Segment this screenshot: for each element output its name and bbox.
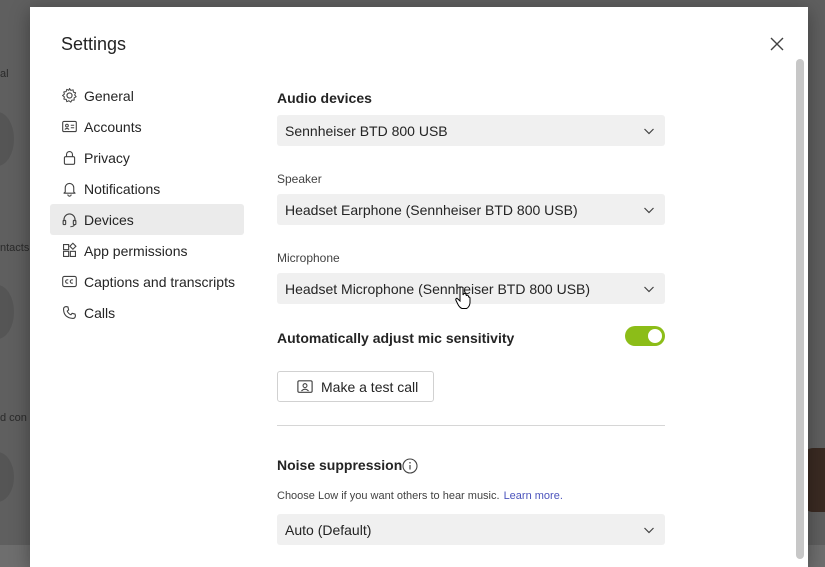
sidebar-item-general[interactable]: General [50, 80, 244, 111]
audio-devices-heading: Audio devices [277, 90, 372, 106]
app-grid-icon [60, 242, 78, 260]
sidebar-item-label: Calls [84, 304, 116, 321]
bell-icon [60, 180, 78, 198]
sidebar-item-label: Notifications [84, 180, 161, 197]
test-call-label: Make a test call [321, 378, 419, 395]
microphone-dropdown[interactable]: Headset Microphone (Sennheiser BTD 800 U… [277, 273, 665, 304]
id-card-icon [60, 118, 78, 136]
phone-icon [60, 304, 78, 322]
close-button[interactable] [768, 35, 786, 53]
noise-suppression-heading: Noise suppression [277, 457, 403, 473]
scrollbar[interactable] [796, 59, 804, 559]
background-text: d con [0, 412, 27, 424]
noise-suppression-value: Auto (Default) [285, 521, 372, 538]
sidebar-item-label: Privacy [84, 149, 130, 166]
info-icon[interactable] [402, 458, 418, 474]
dialog-title: Settings [61, 34, 127, 54]
background-text: ntacts [0, 242, 30, 254]
sidebar-item-accounts[interactable]: Accounts [50, 111, 244, 142]
sidebar-item-label: Devices [84, 211, 134, 228]
lock-icon [60, 149, 78, 167]
sidebar-item-label: Accounts [84, 118, 142, 135]
sidebar-item-label: Captions and transcripts [84, 273, 235, 290]
chevron-down-icon [643, 125, 655, 137]
audio-device-value: Sennheiser BTD 800 USB [285, 122, 448, 139]
sidebar-item-privacy[interactable]: Privacy [50, 142, 244, 173]
audio-device-dropdown[interactable]: Sennheiser BTD 800 USB [277, 115, 665, 146]
sidebar-item-app-permissions[interactable]: App permissions [50, 235, 244, 266]
noise-suppression-dropdown[interactable]: Auto (Default) [277, 514, 665, 545]
auto-adjust-label: Automatically adjust mic sensitivity [277, 330, 515, 346]
gear-icon [60, 87, 78, 105]
auto-adjust-toggle[interactable] [625, 326, 665, 346]
test-call-button[interactable]: Make a test call [277, 371, 434, 402]
chevron-down-icon [643, 204, 655, 216]
sidebar-item-label: App permissions [84, 242, 188, 259]
background-avatar [0, 452, 14, 502]
sidebar-item-notifications[interactable]: Notifications [50, 173, 244, 204]
microphone-value: Headset Microphone (Sennheiser BTD 800 U… [285, 280, 591, 297]
microphone-label: Microphone [277, 251, 340, 265]
sidebar-item-label: General [84, 87, 134, 104]
speaker-value: Headset Earphone (Sennheiser BTD 800 USB… [285, 201, 578, 218]
settings-dialog: Settings General Accounts Privacy Notifi… [30, 7, 808, 567]
sidebar-item-captions-and-transcripts[interactable]: Captions and transcripts [50, 266, 244, 297]
cc-icon [60, 273, 78, 291]
sidebar-item-calls[interactable]: Calls [50, 297, 244, 328]
speaker-dropdown[interactable]: Headset Earphone (Sennheiser BTD 800 USB… [277, 194, 665, 225]
close-icon [770, 37, 784, 51]
chevron-down-icon [643, 524, 655, 536]
headset-icon [60, 211, 78, 229]
sidebar-item-devices[interactable]: Devices [50, 204, 244, 235]
learn-more-link[interactable]: Learn more. [504, 490, 563, 502]
background-text: al [0, 68, 9, 80]
toggle-knob [648, 329, 662, 343]
speaker-label: Speaker [277, 172, 322, 186]
chevron-down-icon [643, 283, 655, 295]
test-call-icon [297, 379, 313, 393]
section-divider [277, 425, 665, 426]
background-avatar [0, 112, 14, 166]
background-avatar [0, 285, 14, 339]
noise-hint-text: Choose Low if you want others to hear mu… [277, 490, 500, 502]
noise-suppression-hint: Choose Low if you want others to hear mu… [277, 490, 563, 502]
